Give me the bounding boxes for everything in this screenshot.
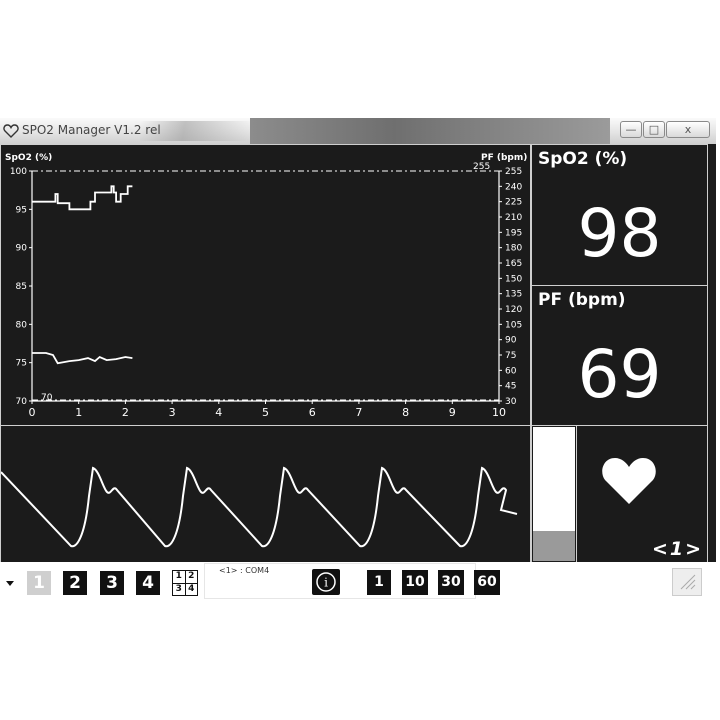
title-bar-background xyxy=(250,118,610,144)
layout-button-1[interactable]: 1 xyxy=(27,571,51,595)
x-tick-label: 9 xyxy=(449,406,456,419)
spo2-trend-line xyxy=(32,185,133,211)
status-text: <1> : COM4 xyxy=(219,566,270,575)
heart-panel: <1> xyxy=(576,425,708,563)
signal-bar-background xyxy=(533,427,575,531)
pleth-waveform-panel xyxy=(0,425,531,563)
signal-strength-panel xyxy=(531,425,577,563)
right-tick-label: 195 xyxy=(505,228,522,238)
right-tick-label: 225 xyxy=(505,198,522,208)
channel-label: <1> xyxy=(651,538,703,560)
layout-button-2[interactable]: 2 xyxy=(63,571,87,595)
heart-icon xyxy=(602,458,656,504)
maximize-button[interactable]: □ xyxy=(643,121,665,138)
title-bar[interactable]: SPO2 Manager V1.2 rel — □ x xyxy=(0,118,716,144)
layout-button-4[interactable]: 4 xyxy=(136,571,160,595)
right-tick-label: 75 xyxy=(505,351,516,361)
x-tick-label: 1 xyxy=(75,406,82,419)
quad-cell: 4 xyxy=(185,583,197,595)
trend-chart-panel: SpO2 (%) PF (bpm) 255 70 100 95 90 85 80 75 70… xyxy=(0,144,531,426)
app-heart-icon xyxy=(3,124,19,138)
x-tick-label: 5 xyxy=(262,406,269,419)
left-tick-label: 85 xyxy=(16,282,27,292)
window-title: SPO2 Manager V1.2 rel xyxy=(22,123,161,137)
right-tick-label: 165 xyxy=(505,259,522,269)
quad-cell: 3 xyxy=(173,583,185,595)
time-button-30[interactable]: 30 xyxy=(438,570,464,595)
x-tick-label: 7 xyxy=(355,406,362,419)
right-tick-label: 255 xyxy=(505,167,522,177)
left-tick-label: 100 xyxy=(10,167,27,177)
right-tick-label: 135 xyxy=(505,290,522,300)
left-tick-label: 95 xyxy=(16,205,27,215)
x-tick-label: 3 xyxy=(169,406,176,419)
right-tick-label: 60 xyxy=(505,366,517,376)
signal-bar-fill xyxy=(533,531,575,561)
time-button-60[interactable]: 60 xyxy=(474,570,500,595)
quad-layout-button[interactable]: 1 2 3 4 xyxy=(172,570,198,596)
time-button-10[interactable]: 10 xyxy=(402,570,428,595)
right-tick-label: 105 xyxy=(505,320,522,330)
x-tick-label: 8 xyxy=(402,406,409,419)
info-button[interactable]: i xyxy=(312,569,340,595)
resize-grip[interactable] xyxy=(672,568,702,596)
grip-icon xyxy=(680,574,696,590)
left-tick-label: 90 xyxy=(16,244,28,254)
pleth-waveform xyxy=(1,466,518,548)
x-tick-label: 4 xyxy=(215,406,222,419)
minimize-button[interactable]: — xyxy=(620,121,642,138)
right-tick-label: 180 xyxy=(505,244,522,254)
x-tick-label: 2 xyxy=(122,406,129,419)
time-button-1[interactable]: 1 xyxy=(367,570,391,595)
trend-chart: SpO2 (%) PF (bpm) 255 70 100959085807570… xyxy=(5,153,527,419)
dropdown-button[interactable] xyxy=(3,572,17,594)
close-button[interactable]: x xyxy=(666,121,710,138)
left-axis-title: SpO2 (%) xyxy=(5,153,52,163)
pf-value: 69 xyxy=(577,336,662,413)
left-tick-label: 70 xyxy=(16,397,28,407)
right-tick-label: 120 xyxy=(505,305,522,315)
quad-cell: 2 xyxy=(185,571,197,583)
spo2-label: SpO2 (%) xyxy=(538,149,628,169)
right-tick-label: 210 xyxy=(505,213,522,223)
x-tick-label: 6 xyxy=(309,406,316,419)
right-tick-label: 150 xyxy=(505,274,522,284)
chevron-down-icon xyxy=(6,581,14,586)
left-tick-label: 75 xyxy=(16,359,27,369)
right-tick-label: 240 xyxy=(505,182,522,192)
right-tick-label: 30 xyxy=(505,397,517,407)
left-tick-label: 80 xyxy=(16,320,28,330)
right-tick-label: 45 xyxy=(505,382,516,392)
pf-label: PF (bpm) xyxy=(538,290,626,310)
pf-trend-line xyxy=(32,352,133,365)
quad-cell: 1 xyxy=(173,571,185,583)
right-tick-label: 90 xyxy=(505,336,517,346)
layout-button-3[interactable]: 3 xyxy=(100,571,124,595)
spo2-value-panel: SpO2 (%) 98 xyxy=(531,144,708,286)
spo2-value: 98 xyxy=(577,195,662,272)
svg-text:i: i xyxy=(324,576,328,590)
x-tick-label: 10 xyxy=(492,406,506,419)
pf-value-panel: PF (bpm) 69 xyxy=(531,285,708,426)
info-icon: i xyxy=(316,572,336,592)
x-tick-label: 0 xyxy=(29,406,36,419)
status-box: <1> : COM4 xyxy=(204,563,476,599)
